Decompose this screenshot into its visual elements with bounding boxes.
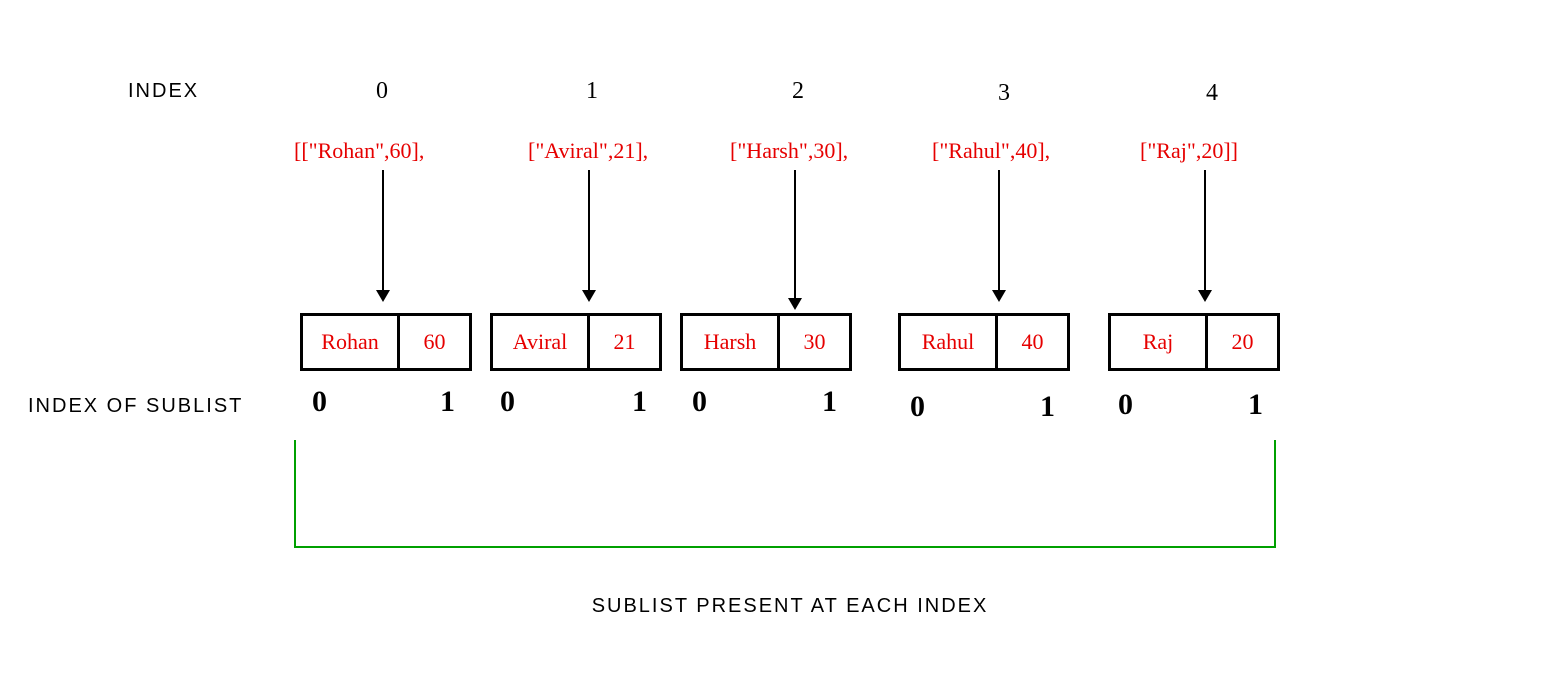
index-of-sublist-label: INDEX OF SUBLIST	[28, 395, 243, 418]
arrow-4	[1204, 170, 1206, 300]
code-text-0: [["Rohan",60],	[294, 138, 424, 164]
subindex-1-0: 0	[500, 385, 515, 419]
arrow-0	[382, 170, 384, 300]
index-4: 4	[1206, 80, 1218, 107]
subindex-0-0: 0	[312, 385, 327, 419]
subindex-1-1: 1	[632, 385, 647, 419]
code-text-4: ["Raj",20]]	[1140, 138, 1238, 164]
subindex-2-1: 1	[822, 385, 837, 419]
box-value-1: 21	[590, 313, 662, 371]
sublist-box-0: Rohan 60	[300, 313, 472, 371]
arrow-3	[998, 170, 1000, 300]
sublist-box-3: Rahul 40	[898, 313, 1070, 371]
index-1: 1	[586, 78, 598, 105]
box-name-4: Raj	[1108, 313, 1208, 371]
sublist-box-2: Harsh 30	[680, 313, 852, 371]
subindex-2-0: 0	[692, 385, 707, 419]
bracket	[294, 440, 1276, 548]
subindex-4-1: 1	[1248, 388, 1263, 422]
code-text-3: ["Rahul",40],	[932, 138, 1050, 164]
sublist-box-1: Aviral 21	[490, 313, 662, 371]
box-name-1: Aviral	[490, 313, 590, 371]
box-value-3: 40	[998, 313, 1070, 371]
index-header-label: INDEX	[128, 80, 199, 103]
arrow-2	[794, 170, 796, 308]
index-3: 3	[998, 80, 1010, 107]
box-name-2: Harsh	[680, 313, 780, 371]
box-name-0: Rohan	[300, 313, 400, 371]
box-value-4: 20	[1208, 313, 1280, 371]
code-text-2: ["Harsh",30],	[730, 138, 848, 164]
index-2: 2	[792, 78, 804, 105]
subindex-4-0: 0	[1118, 388, 1133, 422]
index-0: 0	[376, 78, 388, 105]
box-value-2: 30	[780, 313, 852, 371]
subindex-0-1: 1	[440, 385, 455, 419]
box-name-3: Rahul	[898, 313, 998, 371]
code-text-1: ["Aviral",21],	[528, 138, 648, 164]
sublist-box-4: Raj 20	[1108, 313, 1280, 371]
caption: SUBLIST PRESENT AT EACH INDEX	[540, 595, 1040, 618]
subindex-3-0: 0	[910, 390, 925, 424]
subindex-3-1: 1	[1040, 390, 1055, 424]
arrow-1	[588, 170, 590, 300]
box-value-0: 60	[400, 313, 472, 371]
